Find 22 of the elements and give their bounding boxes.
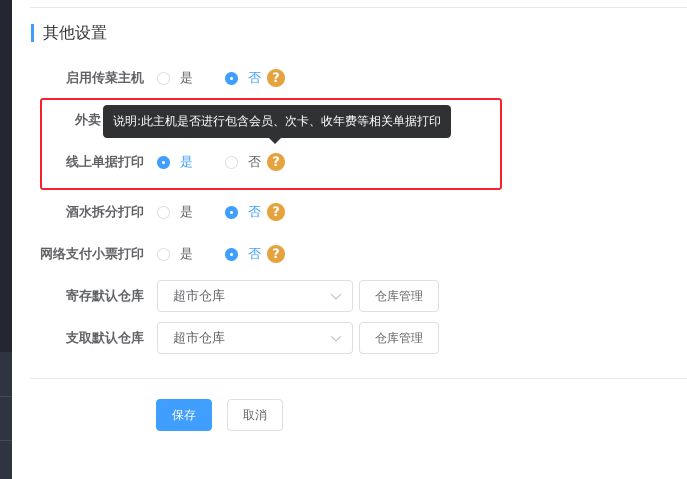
cancel-button[interactable]: 取消 <box>227 399 283 431</box>
field-label: 线上单据打印 <box>64 154 144 171</box>
warehouse-manage-button[interactable]: 仓库管理 <box>359 280 439 312</box>
heading-accent-bar <box>31 24 34 42</box>
radio-option[interactable]: 是 <box>157 245 225 263</box>
warehouse-select[interactable]: 超市仓库 <box>157 280 353 312</box>
warehouse-select[interactable]: 超市仓库 <box>157 322 353 354</box>
field-label: 酒水拆分打印 <box>65 204 144 221</box>
warehouse-manage-button[interactable]: 仓库管理 <box>359 322 439 354</box>
field-label: 寄存默认仓库 <box>65 288 144 305</box>
radio-option[interactable]: 是 <box>157 69 225 87</box>
tooltip: 说明:此主机是否进行包含会员、次卡、收年费等相关单据打印 <box>103 105 452 138</box>
field-label: 外卖 <box>75 112 101 129</box>
section-title: 其他设置 <box>43 22 107 44</box>
field-label: 启用传菜主机 <box>65 70 144 87</box>
field-label: 网络支付小票打印 <box>39 246 144 263</box>
tooltip-arrow-icon <box>269 138 281 144</box>
chevron-down-icon <box>330 334 342 342</box>
radio-option[interactable]: 否 <box>225 153 261 171</box>
chevron-down-icon <box>330 292 342 300</box>
field-label: 支取默认仓库 <box>65 330 144 347</box>
radio-option[interactable]: 是 <box>157 203 225 221</box>
